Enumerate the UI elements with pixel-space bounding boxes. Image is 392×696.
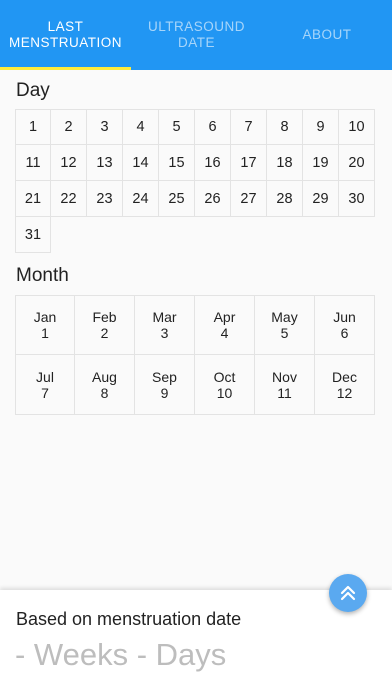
month-number: 1	[41, 325, 49, 341]
day-cell[interactable]: 22	[51, 181, 87, 217]
day-cell[interactable]: 1	[15, 109, 51, 145]
month-number: 12	[336, 384, 353, 401]
tab-ultrasound-date[interactable]: ULTRASOUND DATE	[131, 0, 262, 70]
month-number: 6	[340, 325, 349, 341]
month-number: 8	[100, 384, 109, 401]
result-label: Based on menstruation date	[16, 609, 242, 629]
month-name: Dec	[332, 368, 357, 385]
day-cell[interactable]: 13	[87, 145, 123, 181]
day-cell[interactable]: 4	[123, 109, 159, 145]
month-cell[interactable]: Feb 2	[75, 295, 135, 355]
month-number: 5	[280, 325, 289, 341]
month-name: Jun	[333, 309, 356, 325]
month-cell[interactable]: Jan 1	[15, 295, 75, 355]
day-cell[interactable]: 2	[51, 109, 87, 145]
day-cell[interactable]: 15	[159, 145, 195, 181]
month-number: 9	[160, 384, 169, 401]
day-cell[interactable]: 25	[159, 181, 195, 217]
day-cell[interactable]: 24	[123, 181, 159, 217]
expand-button[interactable]	[329, 574, 367, 612]
day-cell[interactable]: 16	[195, 145, 231, 181]
day-cell[interactable]: 11	[15, 145, 51, 181]
month-cell[interactable]: Dec 12	[315, 355, 375, 415]
day-grid: 1 2 3 4 5 6 7 8 9 10 11 12 13 14 15 16 17 18 19 20 21 22 23 24 2…	[15, 109, 376, 253]
day-cell[interactable]: 26	[195, 181, 231, 217]
month-name: Sep	[152, 368, 177, 385]
month-name: Feb	[92, 309, 117, 325]
month-cell[interactable]: May 5	[255, 295, 315, 355]
day-cell[interactable]: 17	[231, 145, 267, 181]
tab-about[interactable]: ABOUT	[262, 0, 392, 70]
month-cell[interactable]: Sep 9	[135, 355, 195, 415]
day-cell[interactable]: 7	[231, 109, 267, 145]
month-cell[interactable]: Apr 4	[195, 295, 255, 355]
day-cell[interactable]: 30	[339, 181, 375, 217]
day-cell[interactable]: 3	[87, 109, 123, 145]
month-cell[interactable]: Jun 6	[315, 295, 375, 355]
day-section-title: Day	[16, 80, 50, 101]
month-section-title: Month	[16, 265, 69, 286]
month-number: 4	[220, 325, 229, 341]
month-name: Apr	[213, 309, 236, 325]
month-name: Jan	[33, 309, 57, 325]
day-cell[interactable]: 20	[339, 145, 375, 181]
month-name: Oct	[213, 368, 236, 385]
month-name: Mar	[152, 309, 177, 325]
month-number: 2	[100, 325, 109, 341]
double-chevron-up-icon	[340, 585, 356, 601]
day-cell[interactable]: 19	[303, 145, 339, 181]
month-name: May	[271, 309, 298, 325]
day-cell[interactable]: 14	[123, 145, 159, 181]
month-cell[interactable]: Jul 7	[15, 355, 75, 415]
day-cell[interactable]: 27	[231, 181, 267, 217]
month-number: 10	[216, 384, 233, 401]
month-cell[interactable]: Nov 11	[255, 355, 315, 415]
day-cell[interactable]: 28	[267, 181, 303, 217]
month-grid: Jan 1 Feb 2 Mar 3 Apr 4 May 5 Jun 6 Jul 7 Aug 8 Sep 9 Oct 1…	[15, 295, 376, 415]
day-cell[interactable]: 10	[339, 109, 375, 145]
day-cell[interactable]: 18	[267, 145, 303, 181]
day-cell[interactable]: 23	[87, 181, 123, 217]
result-value: - Weeks - Days	[15, 637, 227, 672]
month-cell[interactable]: Mar 3	[135, 295, 195, 355]
day-cell[interactable]: 12	[51, 145, 87, 181]
month-number: 3	[160, 325, 169, 341]
month-cell[interactable]: Oct 10	[195, 355, 255, 415]
month-number: 7	[41, 384, 49, 401]
day-cell[interactable]: 6	[195, 109, 231, 145]
month-name: Aug	[92, 368, 117, 385]
day-cell[interactable]: 29	[303, 181, 339, 217]
day-cell[interactable]: 21	[15, 181, 51, 217]
month-name: Jul	[36, 368, 54, 385]
tab-last-menstruation[interactable]: LAST MENSTRUATION	[0, 0, 131, 70]
month-number: 11	[277, 384, 292, 401]
day-cell[interactable]: 31	[15, 217, 51, 253]
tab-bar: LAST MENSTRUATION ULTRASOUND DATE ABOUT	[0, 0, 392, 70]
month-cell[interactable]: Aug 8	[75, 355, 135, 415]
month-name: Nov	[272, 368, 297, 385]
day-cell[interactable]: 9	[303, 109, 339, 145]
day-cell[interactable]: 5	[159, 109, 195, 145]
day-cell[interactable]: 8	[267, 109, 303, 145]
